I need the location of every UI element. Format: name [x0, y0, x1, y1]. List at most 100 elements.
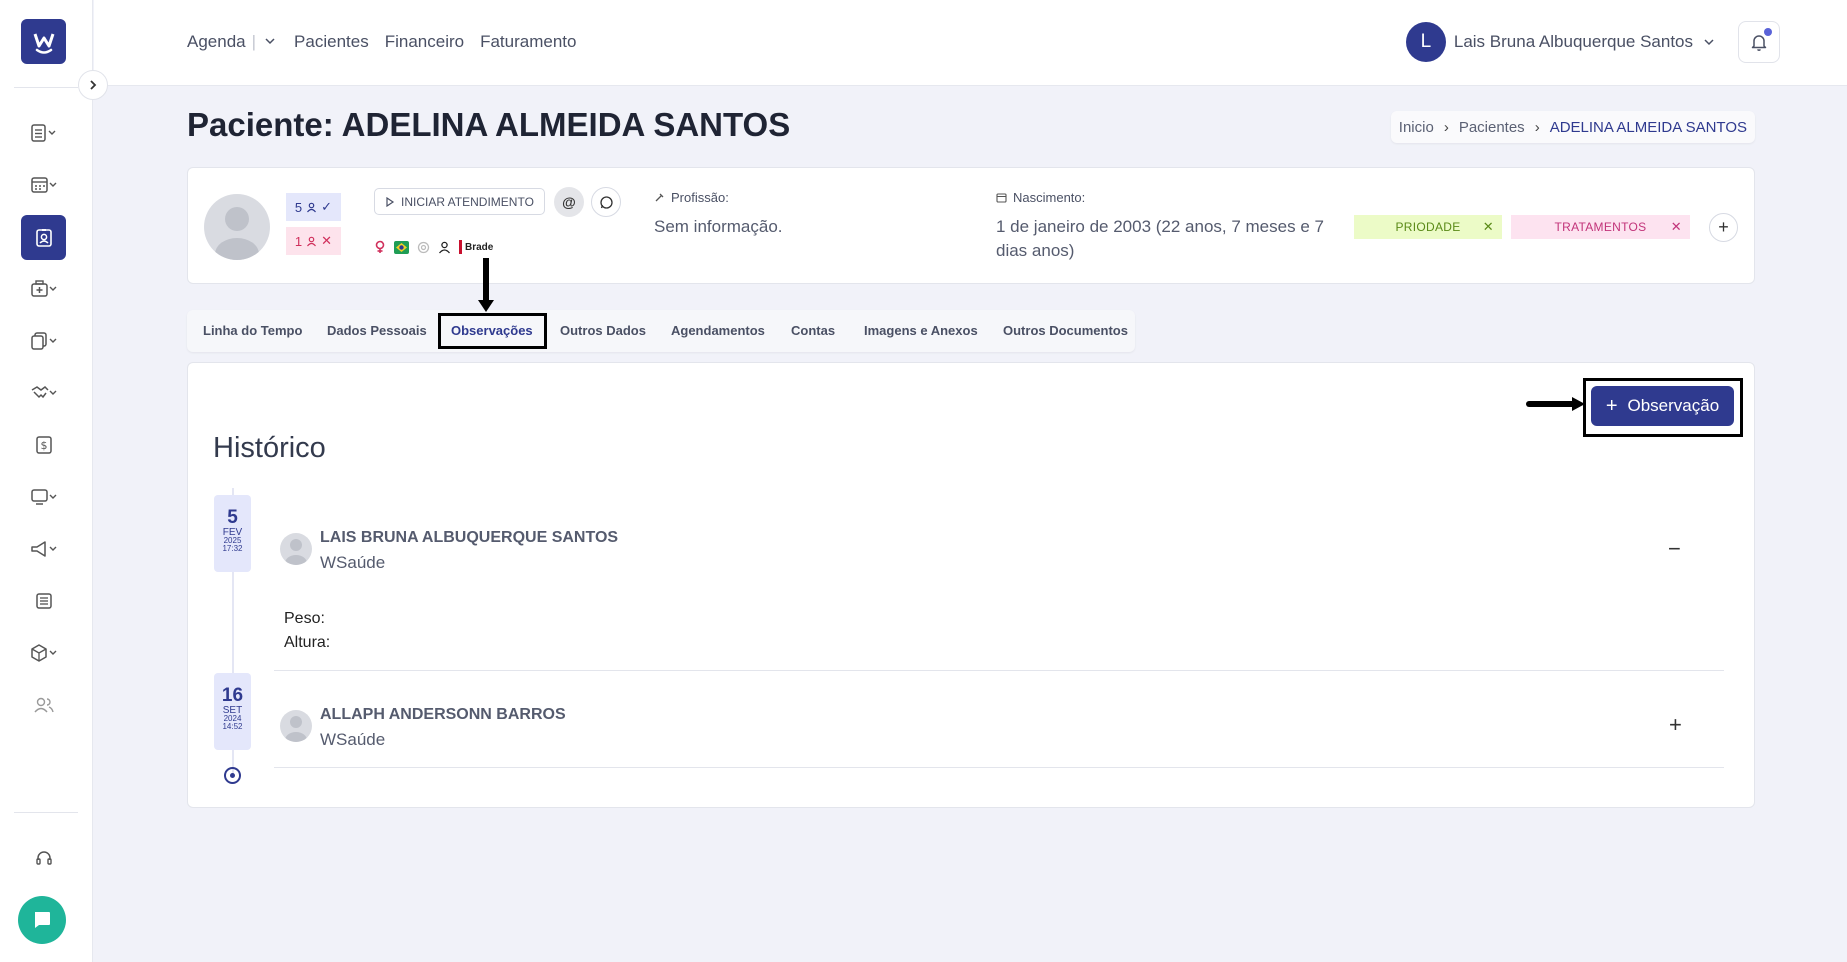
remove-tag-treatments-button[interactable]: ✕ [1671, 219, 1682, 235]
sidebar-item-support[interactable] [21, 838, 67, 878]
start-attendance-button[interactable]: INICIAR ATENDIMENTO [374, 188, 545, 215]
entry-day: 16 [221, 685, 244, 706]
add-observation-button[interactable]: + Observação [1591, 386, 1734, 426]
profession-value: Sem informação. [654, 217, 783, 236]
entry-date-badge: 16 SET 2024 14:52 [214, 673, 251, 750]
entry-time: 14:52 [222, 722, 243, 731]
entry-organization: WSaúde [320, 730, 386, 749]
nav-separator: | [251, 32, 257, 51]
patient-tabs: Linha do Tempo Dados Pessoais Observaçõe… [187, 310, 1135, 352]
sidebar-item-documents[interactable] [21, 321, 67, 361]
entry-organization: WSaúde [320, 553, 386, 572]
entry-date-badge: 5 FEV 2025 17:32 [214, 495, 251, 572]
newspaper-icon [36, 593, 52, 609]
tag-treatments[interactable]: TRATAMENTOS ✕ [1511, 215, 1690, 239]
page-title: Paciente: ADELINA ALMEIDA SANTOS [187, 106, 791, 143]
calendar-icon [996, 193, 1007, 203]
list-icon [31, 124, 56, 142]
tab-timeline[interactable]: Linha do Tempo [203, 323, 302, 338]
remove-tag-priority-button[interactable]: ✕ [1483, 219, 1494, 235]
sidebar-item-users[interactable] [21, 685, 67, 725]
sidebar-item-inventory[interactable] [21, 633, 67, 673]
x-icon: ✕ [321, 233, 333, 248]
nav-item-agenda[interactable]: Agenda [187, 32, 246, 52]
handshake-icon [31, 386, 57, 399]
patient-attributes: Brade [374, 240, 493, 254]
entry-author-name: ALLAPH ANDERSONN BARROS [320, 706, 566, 723]
observations-panel: + Observação Histórico 5 FEV 2025 17:32 … [187, 362, 1755, 808]
chat-button[interactable] [18, 896, 66, 944]
insurance-name: Brade [465, 241, 494, 253]
sidebar-item-list[interactable] [21, 113, 67, 153]
patient-summary-card: 5 ✓ 1 ✕ INICIAR ATENDIMENTO @ Brade Prof… [187, 167, 1755, 284]
documents-icon [31, 332, 57, 350]
sidebar-toggle-button[interactable] [78, 70, 108, 100]
annotation-arrow [483, 258, 489, 304]
tab-images-attachments[interactable]: Imagens e Anexos [864, 323, 978, 338]
breadcrumb-current: ADELINA ALMEIDA SANTOS [1549, 118, 1747, 136]
patient-card-icon [35, 228, 52, 247]
attendance-missed-badge[interactable]: 1 ✕ [286, 227, 341, 255]
attachment-icon [417, 241, 430, 253]
app-logo[interactable] [21, 19, 66, 64]
tab-other-data[interactable]: Outros Dados [560, 323, 646, 338]
expand-entry-button[interactable]: + [1669, 712, 1682, 738]
sidebar-divider [14, 812, 78, 813]
attendance-confirmed-badge[interactable]: 5 ✓ [286, 193, 341, 221]
insurance-logo: Brade [459, 240, 493, 254]
profession-label-text: Profissão: [671, 190, 729, 205]
tab-accounts[interactable]: Contas [791, 323, 835, 338]
annotation-arrow [1526, 401, 1576, 407]
person-icon [307, 202, 317, 212]
tag-priority[interactable]: PRIODADE ✕ [1354, 215, 1502, 239]
user-placeholder-icon [215, 207, 259, 260]
email-button[interactable]: @ [554, 187, 584, 217]
nav-item-faturamento[interactable]: Faturamento [480, 32, 576, 52]
profession-label: Profissão: [654, 190, 729, 205]
collapse-entry-button[interactable]: − [1668, 536, 1681, 562]
svg-text:$: $ [41, 439, 48, 452]
sidebar: $ [0, 0, 93, 962]
sidebar-item-finance[interactable]: $ [21, 425, 67, 465]
user-menu[interactable]: L Lais Bruna Albuquerque Santos [1405, 22, 1715, 62]
check-icon: ✓ [321, 199, 333, 214]
sidebar-item-partners[interactable] [21, 373, 67, 413]
medical-kit-icon [31, 280, 57, 297]
breadcrumb-item-pacientes[interactable]: Pacientes [1459, 119, 1525, 136]
insurance-logo-mark [459, 240, 462, 254]
tab-appointments[interactable]: Agendamentos [671, 323, 765, 338]
breadcrumb-item-inicio[interactable]: Inicio [1399, 119, 1434, 136]
box-icon [31, 644, 57, 662]
missed-count: 1 [294, 233, 303, 249]
sidebar-item-calendar[interactable] [21, 165, 67, 205]
breadcrumb: Inicio › Pacientes › ADELINA ALMEIDA SAN… [1390, 111, 1755, 143]
sidebar-item-marketing[interactable] [21, 529, 67, 569]
calendar-icon [31, 177, 57, 193]
entry-content: Peso: Altura: [284, 607, 330, 655]
entry-author-avatar [280, 710, 312, 742]
tag-treatments-label: TRATAMENTOS [1554, 220, 1647, 234]
nav-item-financeiro[interactable]: Financeiro [385, 32, 464, 52]
annotation-arrow-head [478, 300, 494, 312]
notifications-button[interactable] [1738, 21, 1780, 63]
agenda-dropdown-toggle[interactable] [264, 32, 276, 52]
start-attendance-label: INICIAR ATENDIMENTO [401, 194, 534, 209]
plus-icon: + [1605, 395, 1618, 417]
entry-divider [274, 670, 1724, 671]
annotation-arrow-head [1572, 397, 1585, 411]
tab-personal-data[interactable]: Dados Pessoais [327, 323, 427, 338]
tab-other-documents[interactable]: Outros Documentos [1003, 323, 1128, 338]
nav-item-pacientes[interactable]: Pacientes [294, 32, 369, 52]
sidebar-item-medical[interactable] [21, 269, 67, 309]
tools-icon [655, 193, 664, 202]
birth-label: Nascimento: [996, 190, 1085, 205]
add-tag-button[interactable]: + [1709, 213, 1738, 242]
user-placeholder-icon [285, 539, 307, 565]
person-icon [439, 241, 450, 253]
whatsapp-button[interactable] [591, 187, 621, 217]
user-avatar: L [1405, 22, 1446, 62]
sidebar-item-patients[interactable] [21, 215, 66, 260]
headset-icon [36, 851, 52, 865]
sidebar-item-news[interactable] [21, 581, 67, 621]
sidebar-item-monitor[interactable] [21, 477, 67, 517]
